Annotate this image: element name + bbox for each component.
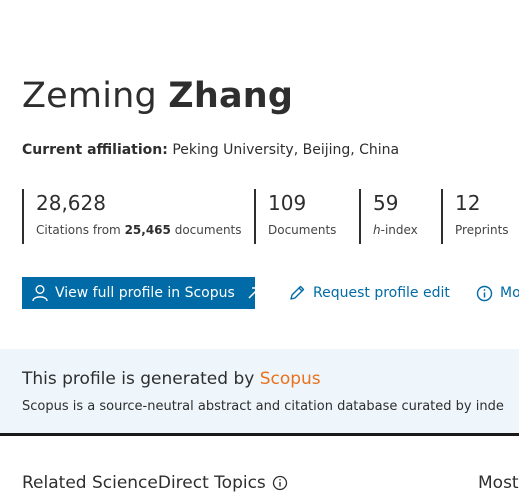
related-topics-label: Related ScienceDirect Topics — [22, 473, 266, 493]
metric-h-index: 59 h-index — [359, 189, 435, 244]
documents-label: Documents — [268, 223, 337, 237]
metric-preprints: 12 Preprints — [441, 189, 519, 244]
info-icon[interactable] — [272, 475, 288, 491]
banner-heading-prefix: This profile is generated by — [22, 369, 255, 389]
preprints-label: Preprints — [455, 223, 509, 237]
last-name: Zhang — [168, 76, 294, 116]
related-topics-heading: Related ScienceDirect Topics — [22, 473, 288, 493]
right-column-heading: Most — [478, 473, 519, 493]
request-profile-edit-button[interactable]: Request profile edit — [288, 277, 450, 309]
h-index-label-italic: h — [373, 223, 381, 237]
citations-label-suffix: documents — [174, 223, 242, 237]
info-icon — [476, 285, 493, 301]
view-full-profile-button[interactable]: View full profile in Scopus — [22, 277, 260, 309]
more-label: Mo — [500, 285, 519, 301]
author-name: Zeming Zhang — [22, 76, 293, 116]
documents-value: 109 — [268, 191, 307, 215]
citations-label-count: 25,465 — [124, 223, 171, 237]
citations-value: 28,628 — [36, 191, 106, 215]
banner-description: Scopus is a source-neutral abstract and … — [22, 399, 504, 414]
current-affiliation: Current affiliation: Peking University, … — [22, 142, 399, 158]
metric-documents: 109 Documents — [254, 189, 354, 244]
external-link-icon — [248, 287, 260, 299]
affiliation-label: Current affiliation: — [22, 142, 168, 158]
scopus-banner: This profile is generated by Scopus Scop… — [0, 349, 519, 436]
user-icon — [32, 285, 48, 302]
h-index-label-rest: -index — [380, 223, 418, 237]
metric-citations: 28,628 Citations from 25,465 documents — [22, 189, 247, 244]
view-full-profile-label: View full profile in Scopus — [55, 285, 235, 301]
h-index-value: 59 — [373, 191, 399, 215]
citations-label-prefix: Citations from — [36, 223, 121, 237]
affiliation-value: Peking University, Beijing, China — [172, 142, 400, 158]
pencil-icon — [290, 285, 305, 300]
banner-heading: This profile is generated by Scopus — [22, 369, 321, 389]
more-button[interactable]: Mo — [476, 277, 519, 309]
right-column-label: Most — [478, 473, 519, 493]
preprints-value: 12 — [455, 191, 481, 215]
scopus-brand-link[interactable]: Scopus — [260, 369, 321, 389]
citations-label: Citations from 25,465 documents — [36, 223, 247, 237]
first-name: Zeming — [22, 76, 157, 116]
request-profile-edit-label: Request profile edit — [313, 285, 450, 301]
h-index-label: h-index — [373, 223, 435, 237]
